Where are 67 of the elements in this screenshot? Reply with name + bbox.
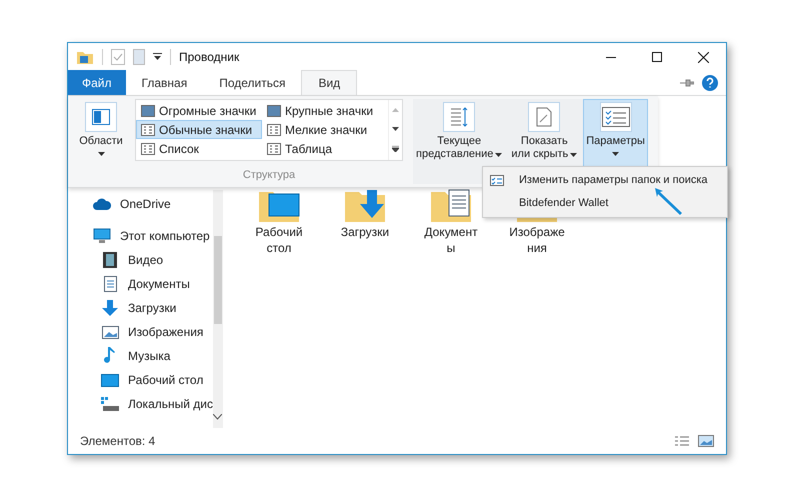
picture-icon [102, 326, 118, 338]
caret-icon [98, 152, 104, 156]
pin-icon[interactable] [680, 79, 694, 87]
view-mode-icon [141, 104, 155, 116]
view-mode-option[interactable]: Список [136, 140, 262, 159]
view-mode-option[interactable]: Крупные значки [262, 101, 388, 120]
scrollbar[interactable] [212, 190, 223, 428]
film-icon [103, 252, 117, 268]
nav-item[interactable]: Загрузки [128, 299, 176, 317]
view-mode-option[interactable]: Обычные значки [136, 120, 262, 140]
checklist-icon [490, 175, 504, 186]
pane-layout-icon [92, 109, 110, 125]
scroll-down-icon[interactable] [213, 414, 222, 420]
view-mode-icon [141, 143, 155, 156]
document-icon [104, 276, 116, 292]
window-title: Проводник [179, 49, 240, 66]
nav-item[interactable]: OneDrive [120, 195, 171, 213]
nav-item[interactable]: Рабочий стол [128, 371, 204, 389]
view-mode-icon [267, 104, 281, 116]
scroll-down-icon[interactable] [392, 126, 399, 131]
group-caption: Структура [242, 168, 296, 183]
ribbon-tab[interactable]: Вид [301, 70, 358, 95]
folder-label[interactable]: Изображе ния [509, 224, 565, 256]
nav-item[interactable]: Видео [128, 251, 164, 269]
monitor-icon [93, 228, 111, 244]
status-text: Элементов: 4 [80, 433, 156, 450]
view-mode-option[interactable]: Огромные значки [136, 101, 262, 120]
folder-label[interactable]: Загрузки [340, 224, 390, 240]
music-note-icon [104, 347, 116, 365]
cloud-icon [93, 198, 111, 210]
nav-item[interactable]: Локальный дис [128, 395, 213, 413]
nav-item[interactable]: Документы [128, 275, 190, 293]
folder-icon [76, 49, 94, 65]
ribbon-tab[interactable]: Поделиться [203, 70, 302, 95]
folder-label[interactable]: Рабочий стол [255, 224, 303, 256]
monitor-icon [101, 374, 119, 386]
checklist-icon [602, 107, 630, 127]
view-mode-option[interactable]: Мелкие значки [262, 120, 388, 140]
expand-icon[interactable] [392, 146, 399, 152]
folder-download-icon [343, 188, 387, 224]
nav-item[interactable]: Музыка [128, 347, 170, 365]
caret-icon [612, 152, 620, 156]
checklist-icon[interactable] [111, 49, 125, 65]
ribbon-tab[interactable]: Файл [68, 70, 126, 95]
close-icon [698, 52, 708, 62]
view-mode-icon [267, 143, 281, 156]
view-mode-option[interactable]: Таблица [262, 140, 388, 159]
dropdown-icon[interactable] [153, 53, 162, 61]
details-view-icon[interactable] [674, 435, 690, 447]
large-icons-view-icon[interactable] [698, 435, 714, 447]
current-view-button[interactable]: Текущее представление [413, 99, 506, 183]
page-icon [536, 107, 552, 127]
sort-columns-icon [449, 106, 470, 128]
down-arrow-icon [102, 300, 118, 316]
drive-icon [101, 397, 119, 411]
folder-label[interactable]: Документ ы [424, 224, 478, 256]
nav-item[interactable]: Изображения [128, 323, 204, 341]
nav-item[interactable]: Этот компьютер [120, 227, 210, 245]
caret-icon [495, 152, 502, 156]
pointer-arrow-drawing [653, 186, 685, 216]
view-mode-icon [267, 124, 281, 136]
ribbon-tab[interactable]: Главная [126, 70, 204, 95]
menu-item[interactable]: Bitdefender Wallet [511, 195, 608, 212]
caret-icon [570, 152, 578, 156]
view-mode-icon [141, 124, 155, 136]
panes-button[interactable]: Области [71, 99, 131, 183]
help-icon[interactable] [702, 75, 718, 91]
